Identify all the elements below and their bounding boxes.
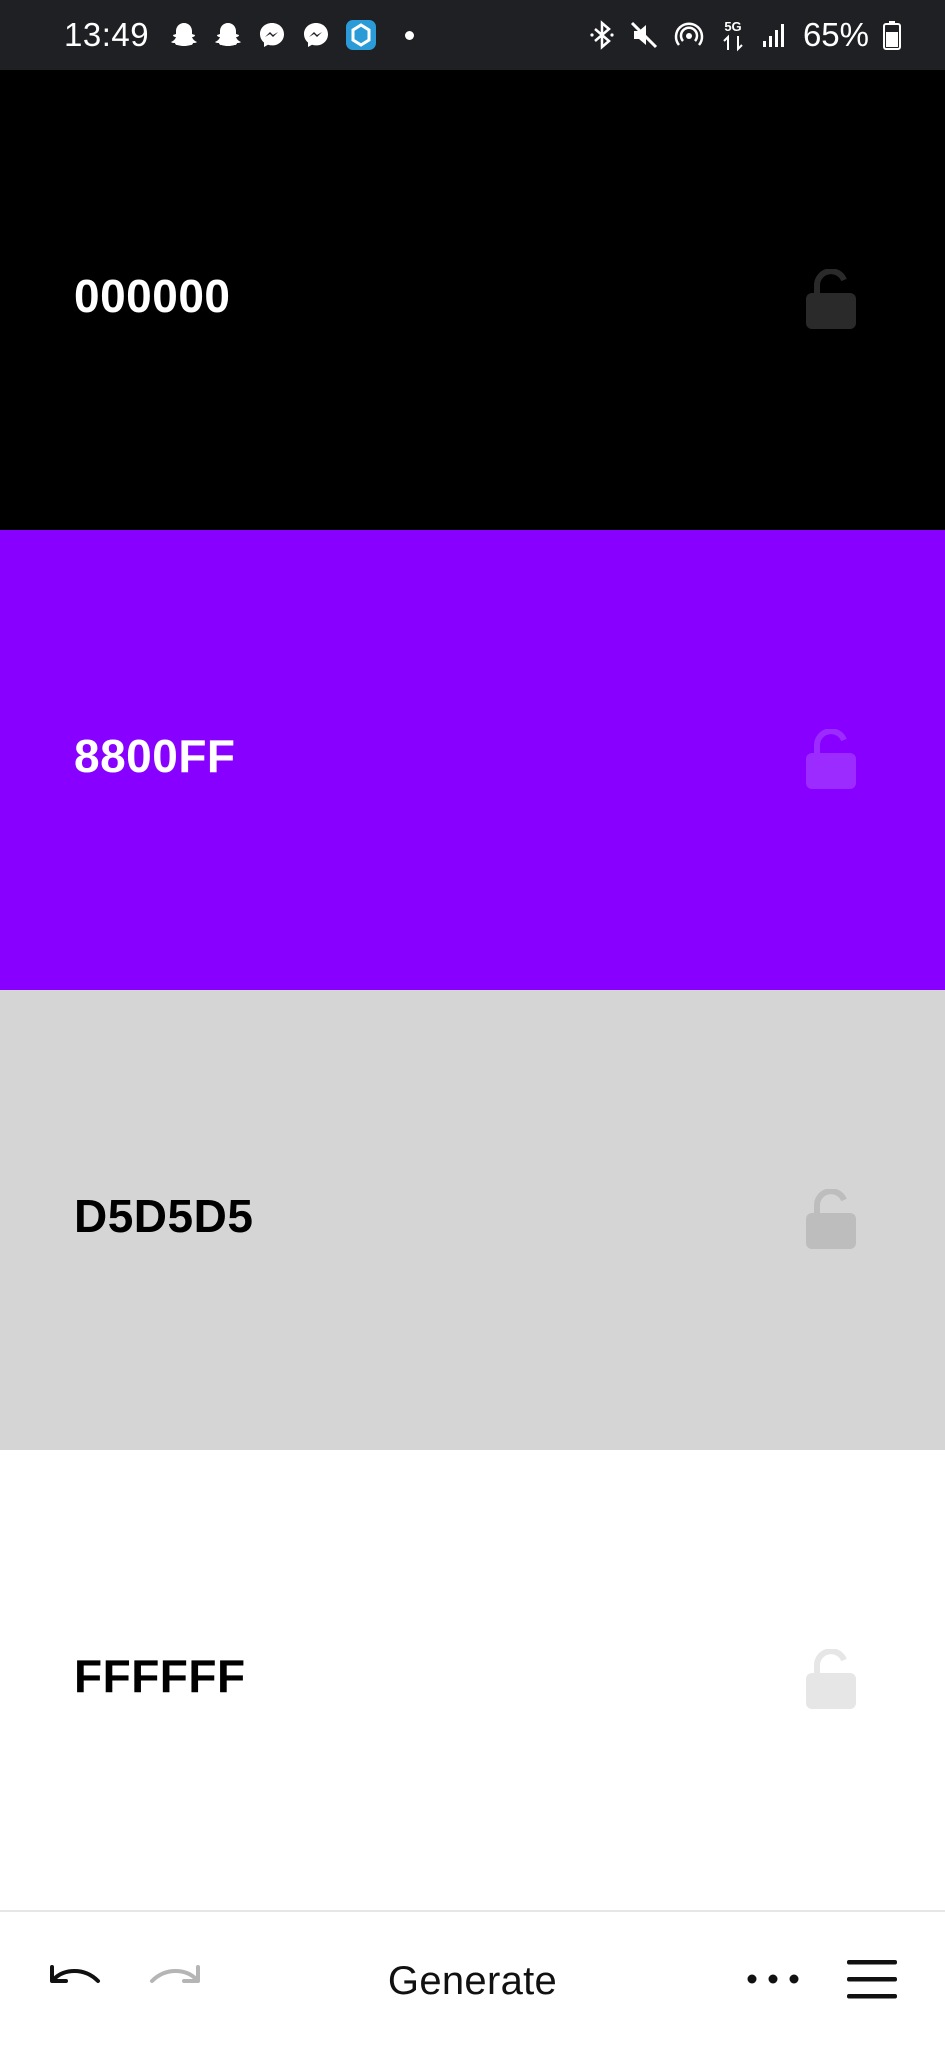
5g-icon: 5G [719, 18, 747, 52]
unlock-icon[interactable] [803, 729, 859, 791]
snapchat-icon [169, 20, 199, 50]
color-swatch-3[interactable]: D5D5D5 [0, 990, 945, 1450]
hotspot-icon [673, 20, 705, 50]
undo-icon[interactable] [46, 1959, 102, 2004]
hamburger-menu-icon[interactable] [847, 1958, 897, 2005]
color-swatch-4[interactable]: FFFFFF [0, 1450, 945, 1910]
undo-button[interactable] [36, 1912, 112, 2048]
hex-code[interactable]: D5D5D5 [74, 1189, 253, 1243]
hex-code[interactable]: 000000 [74, 269, 231, 323]
unlock-icon[interactable] [803, 269, 859, 331]
battery-percent: 65% [802, 16, 869, 53]
color-palette: 000000 8800FF D5D5D5 FFFFFF [0, 70, 945, 1910]
status-bar: 13:49 5G 65% [0, 0, 945, 70]
hex-code[interactable]: FFFFFF [74, 1649, 246, 1703]
battery-icon [883, 20, 901, 50]
messenger-icon [257, 20, 287, 50]
status-bar-left: 13:49 [64, 16, 415, 54]
redo-button[interactable] [138, 1912, 214, 2048]
signal-icon [761, 21, 787, 49]
dot-icon [405, 30, 415, 40]
network-label: 5G [724, 19, 741, 34]
unlock-icon[interactable] [803, 1189, 859, 1251]
hex-code[interactable]: 8800FF [74, 729, 236, 783]
messenger-icon [301, 20, 331, 50]
redo-icon[interactable] [148, 1959, 204, 2004]
status-time: 13:49 [64, 16, 150, 53]
generate-button[interactable]: Generate [330, 1912, 615, 2048]
bottom-toolbar: Generate [0, 1910, 945, 2048]
more-options-button[interactable] [738, 1912, 808, 2048]
bluetooth-icon [589, 20, 615, 50]
app-badge-icon [345, 19, 377, 51]
menu-button[interactable] [840, 1912, 904, 2048]
snapchat-icon [213, 20, 243, 50]
color-swatch-1[interactable]: 000000 [0, 70, 945, 530]
status-bar-right: 5G 65% [589, 16, 901, 54]
more-dots-icon[interactable] [745, 1972, 801, 1991]
mute-icon [629, 20, 659, 50]
unlock-icon[interactable] [803, 1649, 859, 1711]
color-swatch-2[interactable]: 8800FF [0, 530, 945, 990]
screen: 13:49 5G 65% 000000 8800FF D5D5D5 FFFFFF… [0, 0, 945, 2048]
